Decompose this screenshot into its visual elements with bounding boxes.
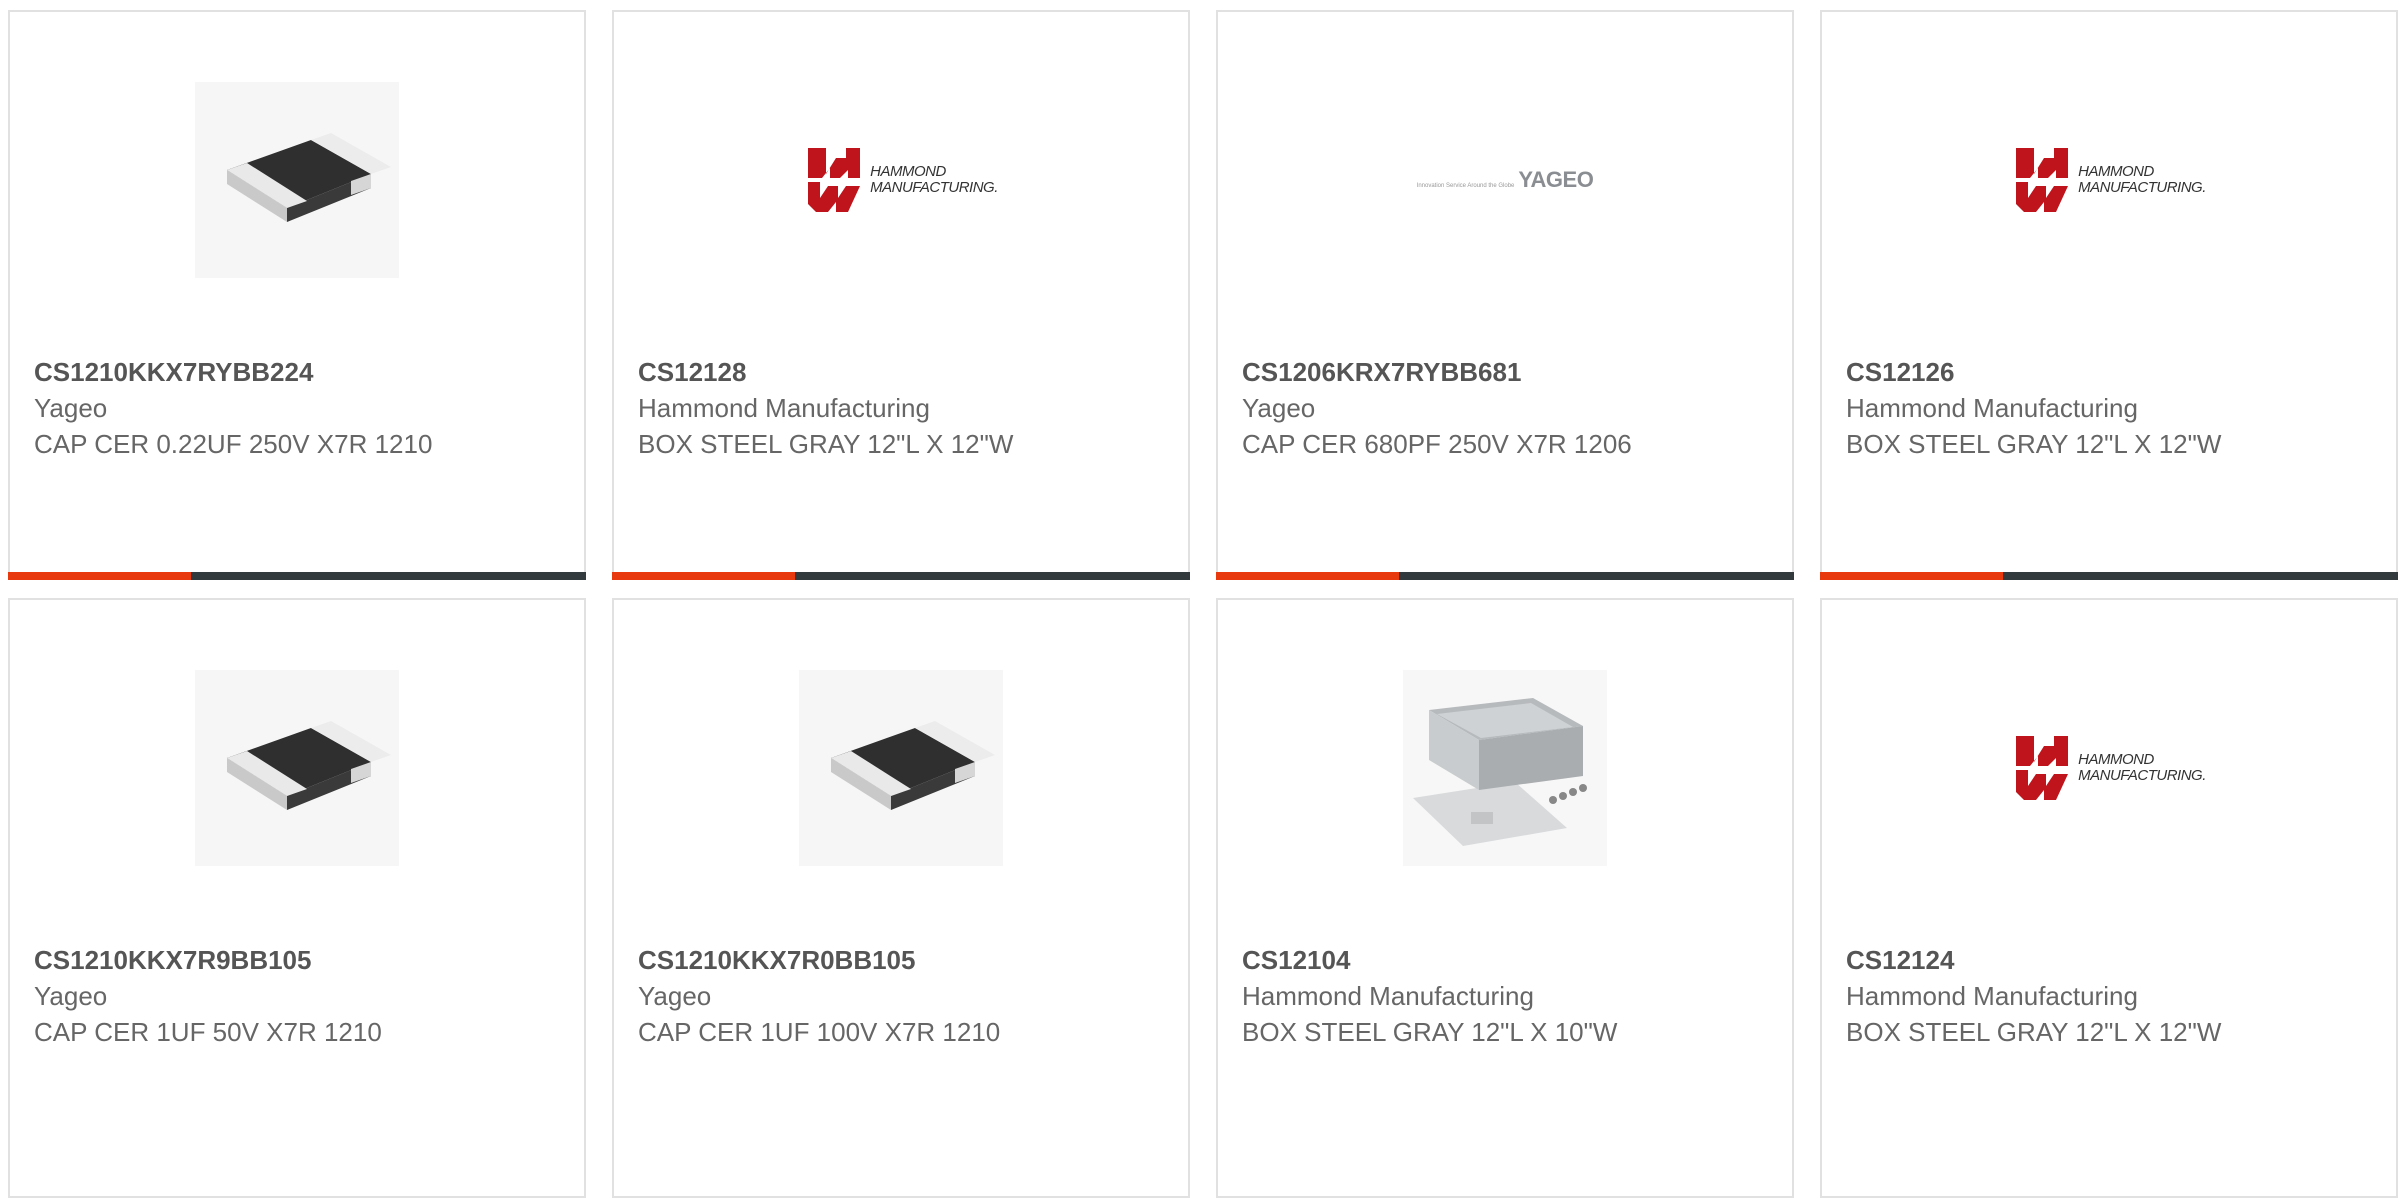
product-image <box>195 82 399 278</box>
hammond-logo-line1: HAMMOND <box>2078 751 2154 768</box>
manufacturer-name: Yageo <box>638 981 712 1011</box>
hammond-logo: HAMMOND MANUFACTURING. <box>2012 732 2206 804</box>
product-card[interactable]: HAMMOND MANUFACTURING. CS12124 Hammond M… <box>1820 598 2398 1198</box>
hammond-logo-icon <box>2016 148 2069 212</box>
hammond-logo-icon <box>808 148 861 212</box>
product-card[interactable]: HAMMOND MANUFACTURING. CS12126 Hammond M… <box>1820 10 2398 580</box>
card-footer-bar <box>1216 572 1794 580</box>
card-footer-accent <box>1216 572 1399 580</box>
product-card[interactable]: CS1210KKX7R9BB105 Yageo CAP CER 1UF 50V … <box>8 598 586 1198</box>
part-number-link[interactable]: CS12128 <box>638 354 1168 390</box>
product-card[interactable]: Innovation Service Around the Globe YAGE… <box>1216 10 1794 580</box>
manufacturer-name: Yageo <box>34 393 108 423</box>
product-image: HAMMOND MANUFACTURING. <box>799 82 1003 278</box>
card-footer-bar <box>612 572 1190 580</box>
hammond-logo-line2: MANUFACTURING. <box>2078 179 2206 196</box>
product-image: HAMMOND MANUFACTURING. <box>2007 82 2211 278</box>
hammond-logo: HAMMOND MANUFACTURING. <box>804 144 998 216</box>
manufacturer-name: Yageo <box>1242 393 1316 423</box>
hammond-logo-line1: HAMMOND <box>2078 163 2154 180</box>
steel-enclosure-icon <box>1403 670 1607 866</box>
card-footer-accent <box>1820 572 2003 580</box>
ceramic-capacitor-icon <box>799 670 1003 866</box>
product-description: BOX STEEL GRAY 12"L X 12"W <box>1846 1017 2222 1047</box>
manufacturer-name: Yageo <box>34 981 108 1011</box>
part-number-link[interactable]: CS12124 <box>1846 942 2376 978</box>
product-description: CAP CER 1UF 100V X7R 1210 <box>638 1017 1001 1047</box>
yageo-logo-tagline: Innovation Service Around the Globe <box>1416 183 1515 189</box>
manufacturer-name: Hammond Manufacturing <box>1846 393 2138 423</box>
card-footer-accent <box>8 572 191 580</box>
ceramic-capacitor-icon <box>195 670 399 866</box>
part-number-link[interactable]: CS1210KKX7R9BB105 <box>34 942 564 978</box>
product-image: Innovation Service Around the Globe YAGE… <box>1403 82 1607 278</box>
manufacturer-name: Hammond Manufacturing <box>1242 981 1534 1011</box>
card-footer-bar <box>8 572 586 580</box>
ceramic-capacitor-icon <box>195 82 399 278</box>
product-card[interactable]: HAMMOND MANUFACTURING. CS12128 Hammond M… <box>612 10 1190 580</box>
product-description: BOX STEEL GRAY 12"L X 10"W <box>1242 1017 1618 1047</box>
product-image: HAMMOND MANUFACTURING. <box>2007 670 2211 866</box>
part-number-link[interactable]: CS1210KKX7R0BB105 <box>638 942 1168 978</box>
product-description: BOX STEEL GRAY 12"L X 12"W <box>1846 429 2222 459</box>
product-image <box>799 670 1003 866</box>
product-image <box>1403 670 1607 866</box>
product-grid: CS1210KKX7RYBB224 Yageo CAP CER 0.22UF 2… <box>8 10 2400 1198</box>
hammond-logo: HAMMOND MANUFACTURING. <box>2012 144 2206 216</box>
product-description: CAP CER 680PF 250V X7R 1206 <box>1242 429 1632 459</box>
product-description: BOX STEEL GRAY 12"L X 12"W <box>638 429 1014 459</box>
manufacturer-name: Hammond Manufacturing <box>1846 981 2138 1011</box>
hammond-logo-icon <box>2016 736 2069 800</box>
product-description: CAP CER 0.22UF 250V X7R 1210 <box>34 429 433 459</box>
part-number-link[interactable]: CS12104 <box>1242 942 1772 978</box>
product-card[interactable]: CS1210KKX7RYBB224 Yageo CAP CER 0.22UF 2… <box>8 10 586 580</box>
product-card[interactable]: CS12104 Hammond Manufacturing BOX STEEL … <box>1216 598 1794 1198</box>
card-footer-accent <box>612 572 795 580</box>
product-description: CAP CER 1UF 50V X7R 1210 <box>34 1017 382 1047</box>
card-footer-bar <box>1820 572 2398 580</box>
part-number-link[interactable]: CS12126 <box>1846 354 2376 390</box>
hammond-logo-line1: HAMMOND <box>870 163 946 180</box>
hammond-logo-line2: MANUFACTURING. <box>2078 767 2206 784</box>
yageo-logo: Innovation Service Around the Globe YAGE… <box>1417 167 1594 193</box>
hammond-logo-line2: MANUFACTURING. <box>870 179 998 196</box>
part-number-link[interactable]: CS1210KKX7RYBB224 <box>34 354 564 390</box>
yageo-logo-word: YAGEO <box>1518 167 1594 192</box>
manufacturer-name: Hammond Manufacturing <box>638 393 930 423</box>
product-image <box>195 670 399 866</box>
part-number-link[interactable]: CS1206KRX7RYBB681 <box>1242 354 1772 390</box>
product-card[interactable]: CS1210KKX7R0BB105 Yageo CAP CER 1UF 100V… <box>612 598 1190 1198</box>
